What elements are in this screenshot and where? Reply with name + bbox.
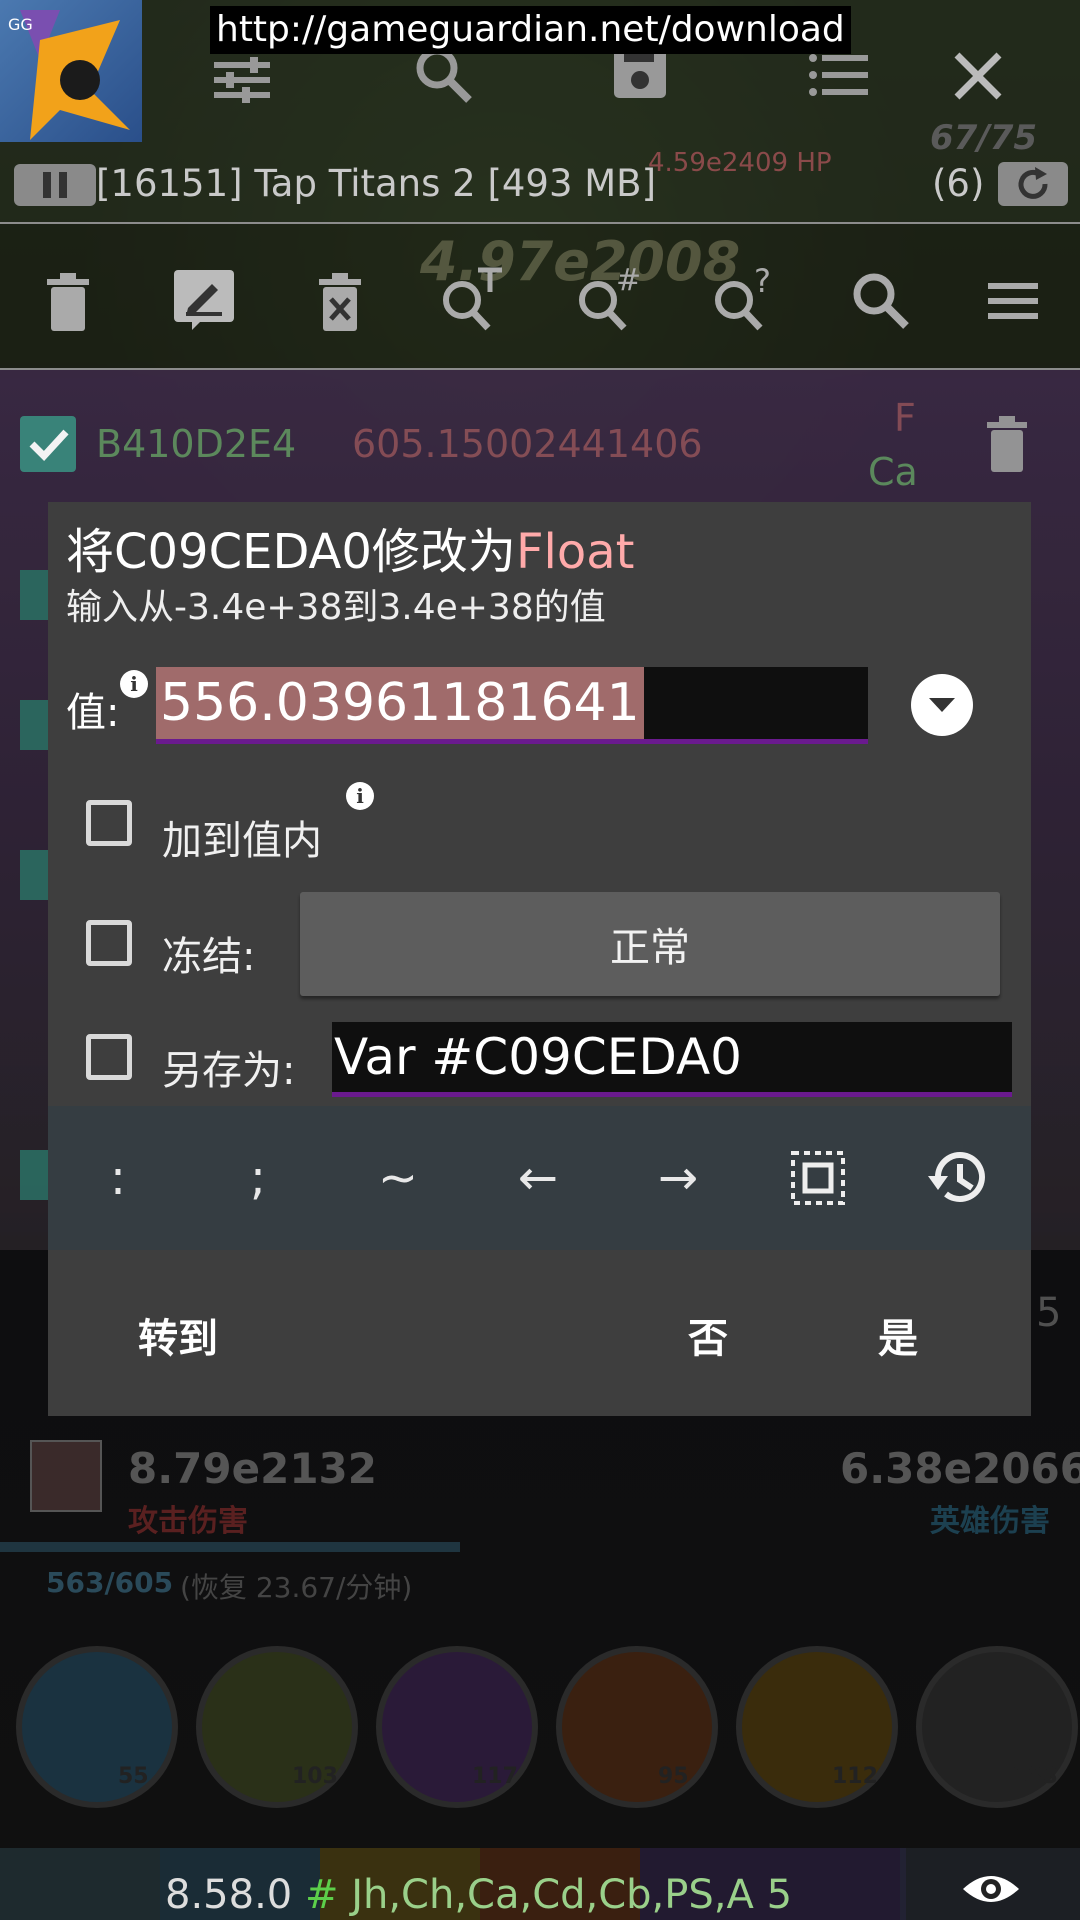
skill-level: 117 [472,1764,518,1789]
app-logo: GG [0,0,142,142]
skill-hand-of-midas[interactable]: 117 [376,1646,538,1808]
value-label: 值: [66,690,120,736]
toolbar: 4.97e2008 # ? [0,224,1080,368]
dialog-title: 将C09CEDA0修改为Float [66,512,634,582]
select-all-icon[interactable] [748,1106,888,1250]
dialog-subtitle: 输入从-3.4e+38到3.4e+38的值 [66,587,606,628]
history-icon[interactable] [888,1106,1028,1250]
value-input-text: 556.03961181641 [156,667,644,739]
remove-icon[interactable] [312,270,368,334]
value-history-dropdown-icon[interactable] [911,674,973,736]
no-button[interactable]: 否 [688,1306,728,1364]
freeze-mode-button[interactable]: 正常 [300,892,1000,996]
list-row-checkbox[interactable] [20,1150,50,1200]
value-info-icon[interactable]: i [120,670,148,698]
mana-amount: 563/605 [46,1566,174,1599]
freeze-checkbox[interactable] [86,920,132,966]
refresh-icon[interactable] [998,162,1068,206]
hero-portrait [30,1440,102,1512]
list-row-checkbox[interactable] [20,570,50,620]
skill-level: 55 [118,1764,149,1789]
save-as-label: 另存为: [162,1048,296,1094]
skill-heavenly-strike[interactable]: 55 [16,1646,178,1808]
key-left-arrow[interactable]: ← [468,1106,608,1250]
skill-war-cry[interactable]: 112 [736,1646,898,1808]
search-text-icon[interactable] [438,264,508,334]
list-icon[interactable] [806,50,872,100]
edit-selected-icon[interactable] [170,266,238,334]
settings-sliders-icon[interactable] [210,48,274,112]
status-flags: Jh,Ch,Ca,Cd,Cb,PS,A 5 [351,1872,793,1918]
version-text: 8.58.0 [165,1872,293,1918]
search-icon[interactable] [848,268,912,332]
row-delete-icon[interactable] [982,414,1032,474]
mana-bar [0,1542,460,1552]
freeze-label: 冻结: [162,934,256,980]
hero-damage-label: 英雄伤害 [930,1504,1050,1539]
delete-icon[interactable] [40,270,96,334]
save-as-checkbox[interactable] [86,1034,132,1080]
svg-text:#: # [616,264,641,298]
side-count: 5 [1036,1290,1062,1336]
goto-button[interactable]: 转到 [138,1306,218,1364]
skill-level: 95 [658,1764,689,1789]
close-icon[interactable] [948,46,1008,106]
add-to-value-checkbox[interactable] [86,800,132,846]
svg-text:?: ? [754,264,771,300]
search-unknown-icon[interactable]: ? [710,264,780,334]
svg-text:GG: GG [8,15,33,34]
list-row-type-name: Ca [868,450,918,494]
tap-damage-label: 攻击伤害 [128,1504,248,1539]
status-text: 8.58.0 # Jh,Ch,Ca,Cd,Cb,PS,A 5 [165,1872,792,1918]
key-semicolon[interactable]: ; [188,1106,328,1250]
search-number-icon[interactable]: # [574,264,644,334]
hero-damage-value: 6.38e2066 [840,1444,1080,1493]
freeze-mode-text: 正常 [610,925,690,971]
save-as-input[interactable]: Var #C09CEDA0 [332,1022,1012,1097]
list-row-checkbox[interactable] [20,700,50,750]
dialog-title-type: Float [515,524,635,580]
list-row-address: B410D2E4 [96,422,297,466]
keyboard-helper-bar: : ; ~ ← → [48,1106,1031,1250]
eye-icon[interactable] [958,1866,1024,1912]
tap-damage-value: 8.79e2132 [128,1444,378,1493]
hash-symbol: # [304,1872,339,1918]
edit-value-dialog: 将C09CEDA0修改为Float 输入从-3.4e+38到3.4e+38的值 … [48,502,1031,1416]
process-info: [16151] Tap Titans 2 [493 MB] [96,162,657,205]
skill-level: 112 [832,1764,878,1789]
add-to-value-label: 加到值内 [162,818,322,864]
list-row-checkbox[interactable] [20,850,50,900]
skill-level: 133 [1012,1764,1058,1789]
key-colon[interactable]: : [48,1106,188,1250]
value-input[interactable]: 556.03961181641 [156,667,868,744]
results-count: (6) [932,162,985,205]
pause-icon[interactable] [14,164,96,206]
list-row-type-flag: F [894,396,916,440]
stage-indicator: 67/75 [930,118,1038,158]
list-row-value: 605.15002441406 [352,422,703,466]
mana-regen: (恢复 23.67/分钟) [180,1571,413,1604]
list-row-checkbox[interactable] [20,416,76,472]
yes-button[interactable]: 是 [878,1306,918,1364]
menu-icon[interactable] [986,276,1040,326]
enemy-hp-text: 4.59e2409 HP [648,148,832,178]
skill-fire-sword[interactable]: 95 [556,1646,718,1808]
skill-deadly-strike[interactable]: 103 [196,1646,358,1808]
skill-level: 103 [292,1764,338,1789]
key-tilde[interactable]: ~ [328,1106,468,1250]
url-overlay[interactable]: http://gameguardian.net/download [210,6,851,54]
skill-shadow-clone[interactable]: 133 [916,1646,1078,1808]
dialog-title-prefix: 将C09CEDA0修改为 [66,524,516,580]
key-right-arrow[interactable]: → [608,1106,748,1250]
add-to-value-info-icon[interactable]: i [346,782,374,810]
